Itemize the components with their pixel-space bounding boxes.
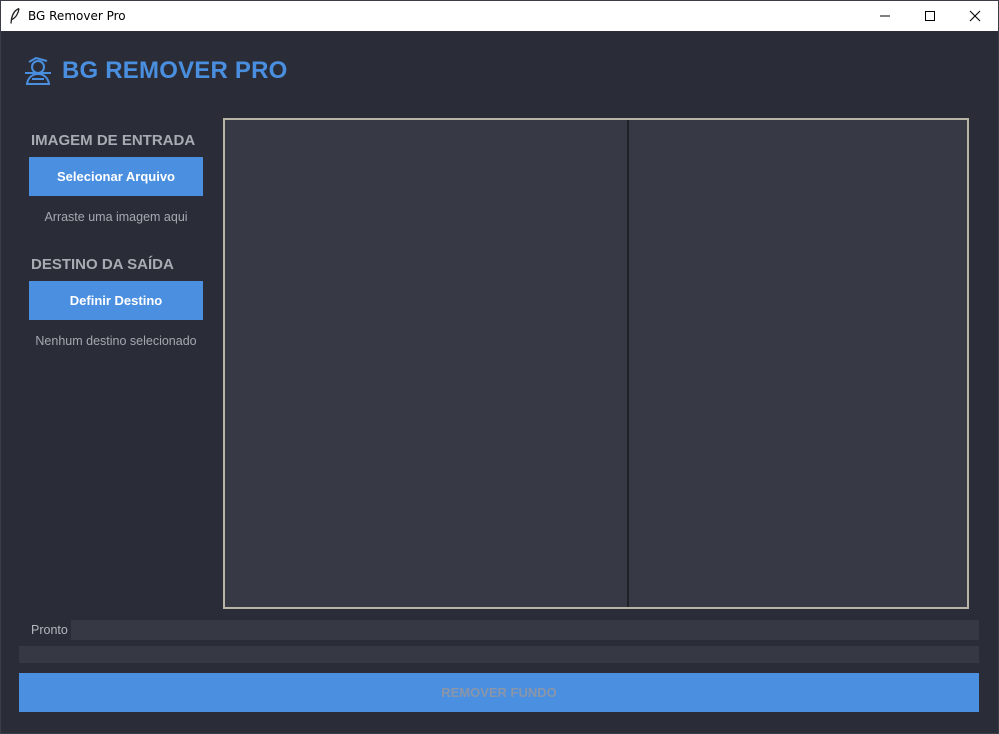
remove-background-button[interactable]: REMOVER FUNDO (19, 673, 979, 712)
title-bar[interactable]: BG Remover Pro (1, 1, 998, 31)
user-scan-icon (23, 56, 53, 87)
image-preview-area[interactable] (223, 118, 969, 609)
status-bar: Pronto (19, 620, 979, 640)
close-button[interactable] (952, 1, 998, 31)
minimize-button[interactable] (862, 1, 908, 31)
select-file-button[interactable]: Selecionar Arquivo (29, 157, 203, 196)
close-icon (969, 10, 981, 22)
app-title: BG REMOVER PRO (62, 57, 288, 84)
destination-status: Nenhum destino selecionado (35, 334, 197, 348)
app-window: BG Remover Pro BG REMOVER PRO IMAGEM DE … (0, 0, 999, 734)
output-section-title: DESTINO DA SAÍDA (31, 256, 174, 273)
drop-hint: Arraste uma imagem aqui (44, 210, 188, 224)
progress-bar (19, 646, 979, 663)
input-section-title: IMAGEM DE ENTRADA (31, 132, 196, 149)
status-text: Pronto (19, 620, 71, 640)
window-title: BG Remover Pro (28, 9, 126, 23)
preview-divider (627, 120, 629, 607)
maximize-icon (925, 11, 935, 21)
feather-icon (10, 7, 20, 24)
maximize-button[interactable] (907, 1, 953, 31)
minimize-icon (880, 15, 890, 17)
set-destination-button[interactable]: Definir Destino (29, 281, 203, 320)
